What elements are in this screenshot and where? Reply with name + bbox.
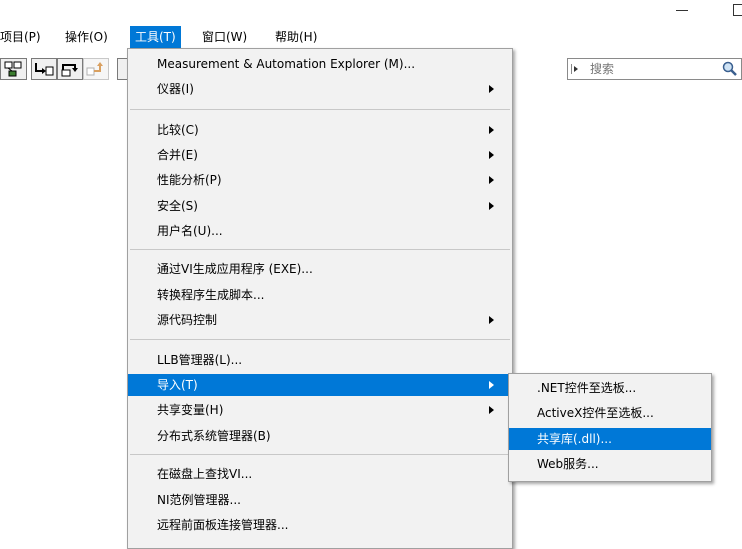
menu-separator — [130, 109, 510, 110]
menu-item-ni-example-manager[interactable]: NI范例管理器... — [128, 489, 512, 511]
menu-window[interactable]: 窗口(W) — [197, 26, 252, 48]
menu-item-distributed-system-manager[interactable]: 分布式系统管理器(B) — [128, 425, 512, 447]
search-input[interactable] — [590, 61, 710, 77]
hierarchy-icon — [4, 61, 22, 77]
menu-item-source-control[interactable]: 源代码控制 — [128, 309, 512, 331]
submenu-arrow-icon — [489, 176, 494, 184]
tools-menu: Measurement & Automation Explorer (M)...… — [127, 48, 513, 549]
menu-item-find-vis-on-disk[interactable]: 在磁盘上查找VI... — [128, 463, 512, 485]
submenu-arrow-icon — [489, 151, 494, 159]
submenu-item-dotnet-to-palette[interactable]: .NET控件至选板... — [509, 377, 711, 399]
menu-separator — [130, 339, 510, 340]
step-out-button[interactable] — [83, 58, 109, 80]
step-into-icon — [35, 63, 54, 76]
menu-tools[interactable]: 工具(T) — [130, 26, 181, 48]
submenu-item-activex-to-palette[interactable]: ActiveX控件至选板... — [509, 402, 711, 424]
menu-item-llb-manager[interactable]: LLB管理器(L)... — [128, 349, 512, 371]
menu-item-convert-build-script[interactable]: 转换程序生成脚本... — [128, 284, 512, 306]
search-box — [567, 58, 742, 80]
step-into-button[interactable] — [31, 58, 57, 80]
menu-item-instruments[interactable]: 仪器(I) — [128, 78, 512, 100]
submenu-arrow-icon — [489, 85, 494, 93]
menu-separator — [130, 454, 510, 455]
submenu-arrow-icon — [489, 406, 494, 414]
submenu-arrow-icon — [489, 202, 494, 210]
maximize-icon[interactable] — [733, 4, 742, 16]
submenu-arrow-icon — [489, 316, 494, 324]
search-icon[interactable] — [721, 61, 739, 77]
menu-project[interactable]: 项目(P) — [0, 26, 46, 48]
step-over-icon — [61, 64, 78, 77]
submenu-item-web-services[interactable]: Web服务... — [509, 453, 711, 475]
search-scope-arrow-icon[interactable] — [571, 64, 582, 74]
minimize-icon[interactable] — [676, 10, 688, 11]
submenu-item-shared-library[interactable]: 共享库(.dll)... — [509, 428, 711, 450]
menu-separator — [130, 249, 510, 250]
title-bar — [0, 0, 742, 26]
view-hierarchy-button[interactable] — [0, 58, 27, 80]
menu-item-username[interactable]: 用户名(U)... — [128, 220, 512, 242]
submenu-arrow-icon — [489, 126, 494, 134]
step-over-button[interactable] — [57, 58, 83, 80]
submenu-arrow-icon — [489, 381, 494, 389]
menu-item-profile[interactable]: 性能分析(P) — [128, 169, 512, 191]
menu-item-merge[interactable]: 合并(E) — [128, 144, 512, 166]
menu-item-remote-panel-manager[interactable]: 远程前面板连接管理器... — [128, 514, 512, 536]
menu-item-build-exe[interactable]: 通过VI生成应用程序 (EXE)... — [128, 258, 512, 280]
menu-item-security[interactable]: 安全(S) — [128, 195, 512, 217]
menu-operate[interactable]: 操作(O) — [60, 26, 113, 48]
menu-bar: 项目(P) 操作(O) 工具(T) 窗口(W) 帮助(H) — [0, 26, 742, 48]
menu-item-import[interactable]: 导入(T) — [128, 374, 512, 396]
step-out-icon — [86, 62, 103, 76]
menu-help[interactable]: 帮助(H) — [270, 26, 322, 48]
menu-item-compare[interactable]: 比较(C) — [128, 119, 512, 141]
menu-item-mae[interactable]: Measurement & Automation Explorer (M)... — [128, 53, 512, 75]
import-submenu: .NET控件至选板... ActiveX控件至选板... 共享库(.dll)..… — [508, 373, 712, 482]
menu-item-shared-variable[interactable]: 共享变量(H) — [128, 399, 512, 421]
